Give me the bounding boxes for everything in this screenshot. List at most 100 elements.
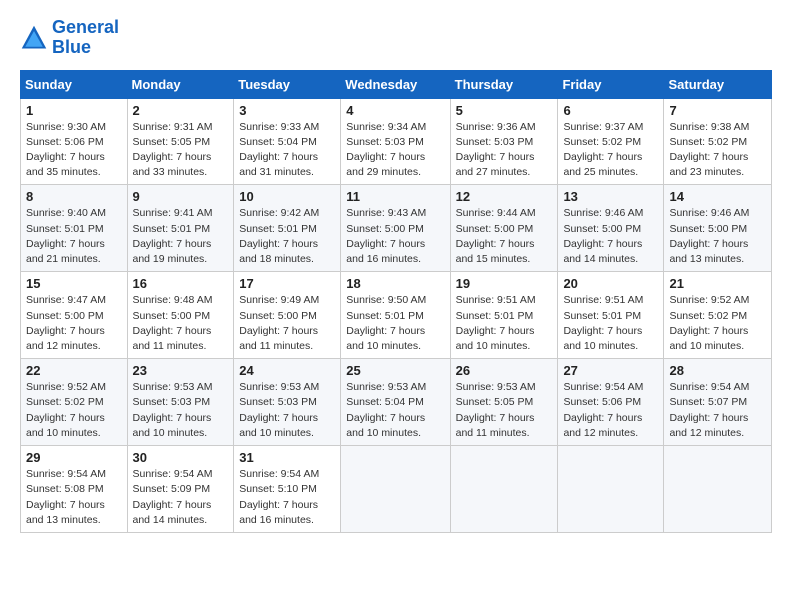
- col-header-tuesday: Tuesday: [234, 70, 341, 98]
- logo: General Blue: [20, 18, 119, 58]
- day-number: 20: [563, 276, 658, 291]
- day-info: Sunrise: 9:51 AMSunset: 5:01 PMDaylight:…: [563, 293, 658, 354]
- calendar-cell: 26 Sunrise: 9:53 AMSunset: 5:05 PMDayligh…: [450, 359, 558, 446]
- day-info: Sunrise: 9:51 AMSunset: 5:01 PMDaylight:…: [456, 293, 553, 354]
- day-info: Sunrise: 9:30 AMSunset: 5:06 PMDaylight:…: [26, 120, 122, 181]
- calendar-cell: 14 Sunrise: 9:46 AMSunset: 5:00 PMDayligh…: [664, 185, 772, 272]
- calendar-cell: [450, 446, 558, 533]
- day-info: Sunrise: 9:40 AMSunset: 5:01 PMDaylight:…: [26, 206, 122, 267]
- day-info: Sunrise: 9:50 AMSunset: 5:01 PMDaylight:…: [346, 293, 444, 354]
- calendar-cell: [558, 446, 664, 533]
- day-number: 16: [133, 276, 229, 291]
- day-info: Sunrise: 9:54 AMSunset: 5:10 PMDaylight:…: [239, 467, 335, 528]
- day-number: 26: [456, 363, 553, 378]
- col-header-thursday: Thursday: [450, 70, 558, 98]
- day-info: Sunrise: 9:54 AMSunset: 5:09 PMDaylight:…: [133, 467, 229, 528]
- day-info: Sunrise: 9:31 AMSunset: 5:05 PMDaylight:…: [133, 120, 229, 181]
- day-number: 2: [133, 103, 229, 118]
- calendar-cell: 13 Sunrise: 9:46 AMSunset: 5:00 PMDayligh…: [558, 185, 664, 272]
- day-number: 31: [239, 450, 335, 465]
- day-info: Sunrise: 9:38 AMSunset: 5:02 PMDaylight:…: [669, 120, 766, 181]
- day-number: 18: [346, 276, 444, 291]
- day-number: 9: [133, 189, 229, 204]
- calendar-cell: 9 Sunrise: 9:41 AMSunset: 5:01 PMDaylight…: [127, 185, 234, 272]
- logo-icon: [20, 24, 48, 52]
- page: General Blue SundayMondayTuesdayWednesda…: [0, 0, 792, 543]
- calendar-cell: 6Sunrise: 9:37 AMSunset: 5:02 PMDaylight…: [558, 98, 664, 185]
- calendar-cell: [664, 446, 772, 533]
- day-info: Sunrise: 9:54 AMSunset: 5:08 PMDaylight:…: [26, 467, 122, 528]
- day-number: 24: [239, 363, 335, 378]
- calendar-week-2: 8 Sunrise: 9:40 AMSunset: 5:01 PMDaylight…: [21, 185, 772, 272]
- day-number: 13: [563, 189, 658, 204]
- calendar-table: SundayMondayTuesdayWednesdayThursdayFrid…: [20, 70, 772, 533]
- calendar-week-4: 22 Sunrise: 9:52 AMSunset: 5:02 PMDayligh…: [21, 359, 772, 446]
- day-number: 30: [133, 450, 229, 465]
- col-header-sunday: Sunday: [21, 70, 128, 98]
- day-info: Sunrise: 9:54 AMSunset: 5:07 PMDaylight:…: [669, 380, 766, 441]
- col-header-wednesday: Wednesday: [341, 70, 450, 98]
- day-info: Sunrise: 9:52 AMSunset: 5:02 PMDaylight:…: [669, 293, 766, 354]
- day-info: Sunrise: 9:41 AMSunset: 5:01 PMDaylight:…: [133, 206, 229, 267]
- day-number: 1: [26, 103, 122, 118]
- day-info: Sunrise: 9:44 AMSunset: 5:00 PMDaylight:…: [456, 206, 553, 267]
- calendar-cell: 2 Sunrise: 9:31 AMSunset: 5:05 PMDaylight…: [127, 98, 234, 185]
- calendar-cell: 11 Sunrise: 9:43 AMSunset: 5:00 PMDayligh…: [341, 185, 450, 272]
- calendar-cell: 3 Sunrise: 9:33 AMSunset: 5:04 PMDaylight…: [234, 98, 341, 185]
- day-info: Sunrise: 9:33 AMSunset: 5:04 PMDaylight:…: [239, 120, 335, 181]
- col-header-saturday: Saturday: [664, 70, 772, 98]
- day-number: 8: [26, 189, 122, 204]
- calendar-week-3: 15 Sunrise: 9:47 AMSunset: 5:00 PMDayligh…: [21, 272, 772, 359]
- calendar-cell: 27 Sunrise: 9:54 AMSunset: 5:06 PMDayligh…: [558, 359, 664, 446]
- logo-text: General Blue: [52, 18, 119, 58]
- calendar-cell: 10Sunrise: 9:42 AMSunset: 5:01 PMDayligh…: [234, 185, 341, 272]
- day-number: 12: [456, 189, 553, 204]
- day-number: 27: [563, 363, 658, 378]
- calendar-cell: 25Sunrise: 9:53 AMSunset: 5:04 PMDayligh…: [341, 359, 450, 446]
- col-header-friday: Friday: [558, 70, 664, 98]
- day-number: 7: [669, 103, 766, 118]
- calendar-cell: 4 Sunrise: 9:34 AMSunset: 5:03 PMDaylight…: [341, 98, 450, 185]
- col-header-monday: Monday: [127, 70, 234, 98]
- calendar-cell: 5Sunrise: 9:36 AMSunset: 5:03 PMDaylight…: [450, 98, 558, 185]
- day-number: 3: [239, 103, 335, 118]
- day-info: Sunrise: 9:53 AMSunset: 5:03 PMDaylight:…: [239, 380, 335, 441]
- calendar-cell: 29 Sunrise: 9:54 AMSunset: 5:08 PMDayligh…: [21, 446, 128, 533]
- day-number: 17: [239, 276, 335, 291]
- day-number: 28: [669, 363, 766, 378]
- calendar-cell: 18 Sunrise: 9:50 AMSunset: 5:01 PMDayligh…: [341, 272, 450, 359]
- day-info: Sunrise: 9:37 AMSunset: 5:02 PMDaylight:…: [563, 120, 658, 181]
- calendar-cell: 31 Sunrise: 9:54 AMSunset: 5:10 PMDayligh…: [234, 446, 341, 533]
- day-info: Sunrise: 9:46 AMSunset: 5:00 PMDaylight:…: [563, 206, 658, 267]
- day-info: Sunrise: 9:54 AMSunset: 5:06 PMDaylight:…: [563, 380, 658, 441]
- day-number: 4: [346, 103, 444, 118]
- calendar-cell: 16 Sunrise: 9:48 AMSunset: 5:00 PMDayligh…: [127, 272, 234, 359]
- day-number: 21: [669, 276, 766, 291]
- calendar-week-1: 1 Sunrise: 9:30 AMSunset: 5:06 PMDaylight…: [21, 98, 772, 185]
- calendar-cell: 24 Sunrise: 9:53 AMSunset: 5:03 PMDayligh…: [234, 359, 341, 446]
- day-info: Sunrise: 9:52 AMSunset: 5:02 PMDaylight:…: [26, 380, 122, 441]
- calendar-cell: 17Sunrise: 9:49 AMSunset: 5:00 PMDayligh…: [234, 272, 341, 359]
- calendar-cell: 30 Sunrise: 9:54 AMSunset: 5:09 PMDayligh…: [127, 446, 234, 533]
- calendar-cell: 23 Sunrise: 9:53 AMSunset: 5:03 PMDayligh…: [127, 359, 234, 446]
- calendar-header-row: SundayMondayTuesdayWednesdayThursdayFrid…: [21, 70, 772, 98]
- calendar-cell: 22 Sunrise: 9:52 AMSunset: 5:02 PMDayligh…: [21, 359, 128, 446]
- day-number: 11: [346, 189, 444, 204]
- day-info: Sunrise: 9:34 AMSunset: 5:03 PMDaylight:…: [346, 120, 444, 181]
- calendar-cell: 15 Sunrise: 9:47 AMSunset: 5:00 PMDayligh…: [21, 272, 128, 359]
- day-info: Sunrise: 9:43 AMSunset: 5:00 PMDaylight:…: [346, 206, 444, 267]
- calendar-cell: 12 Sunrise: 9:44 AMSunset: 5:00 PMDayligh…: [450, 185, 558, 272]
- day-number: 5: [456, 103, 553, 118]
- calendar-cell: 21 Sunrise: 9:52 AMSunset: 5:02 PMDayligh…: [664, 272, 772, 359]
- day-number: 14: [669, 189, 766, 204]
- day-number: 19: [456, 276, 553, 291]
- day-number: 22: [26, 363, 122, 378]
- day-number: 15: [26, 276, 122, 291]
- day-info: Sunrise: 9:47 AMSunset: 5:00 PMDaylight:…: [26, 293, 122, 354]
- day-info: Sunrise: 9:46 AMSunset: 5:00 PMDaylight:…: [669, 206, 766, 267]
- day-number: 23: [133, 363, 229, 378]
- day-info: Sunrise: 9:53 AMSunset: 5:03 PMDaylight:…: [133, 380, 229, 441]
- day-number: 29: [26, 450, 122, 465]
- day-info: Sunrise: 9:53 AMSunset: 5:05 PMDaylight:…: [456, 380, 553, 441]
- day-info: Sunrise: 9:48 AMSunset: 5:00 PMDaylight:…: [133, 293, 229, 354]
